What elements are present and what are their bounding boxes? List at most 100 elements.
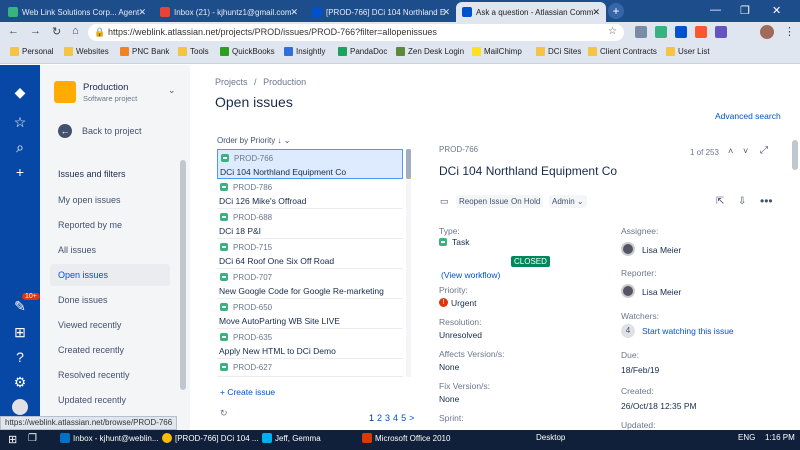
export-icon[interactable]: ⇩ bbox=[738, 196, 746, 207]
forward-arrow-icon[interactable]: → bbox=[30, 25, 41, 37]
browser-tab-2[interactable]: Inbox (21) - kjhuntz1@gmail.com ✕ bbox=[154, 2, 304, 22]
page-link[interactable]: 4 bbox=[393, 413, 398, 423]
issue-list-scrollbar[interactable] bbox=[406, 149, 411, 377]
list-footer-icon[interactable]: ↻ bbox=[220, 408, 228, 419]
issue-list-item[interactable]: PROD-650 Move AutoParting WB Site LIVE bbox=[217, 299, 403, 329]
close-icon[interactable]: ✕ bbox=[290, 7, 298, 18]
issue-list-item[interactable]: PROD-786 DCi 126 Mike's Offroad bbox=[217, 179, 403, 209]
breadcrumb-projects[interactable]: Projects bbox=[215, 77, 248, 87]
clock[interactable]: 1:16 PM bbox=[765, 433, 795, 442]
language-indicator[interactable]: ENG bbox=[738, 433, 755, 442]
sidebar-scrollbar[interactable] bbox=[180, 160, 186, 390]
filter-created-recently[interactable]: Created recently bbox=[58, 345, 124, 355]
chevron-up-icon[interactable]: ˄ bbox=[728, 146, 733, 156]
close-icon[interactable]: ✕ bbox=[442, 7, 450, 18]
extension-icon[interactable] bbox=[635, 26, 647, 38]
status-badge[interactable]: CLOSED bbox=[511, 256, 550, 267]
extension-icon[interactable] bbox=[715, 26, 727, 38]
bookmark-star-icon[interactable]: ☆ bbox=[608, 26, 617, 37]
profile-avatar[interactable] bbox=[760, 25, 774, 39]
minimize-icon[interactable]: — bbox=[710, 4, 721, 16]
next-page-link[interactable]: > bbox=[409, 413, 414, 423]
filter-open-issues[interactable]: Open issues bbox=[50, 264, 170, 286]
order-by-dropdown[interactable]: Order by Priority ↓ ⌄ bbox=[217, 136, 290, 145]
chevron-down-icon[interactable]: ⌄ bbox=[168, 85, 176, 96]
issue-list-item[interactable]: PROD-627 bbox=[217, 359, 403, 377]
close-icon[interactable]: ✕ bbox=[592, 7, 600, 18]
filter-my-open-issues[interactable]: My open issues bbox=[58, 195, 121, 205]
address-bar[interactable]: https://weblink.atlassian.net/projects/P… bbox=[88, 24, 624, 41]
issue-list-item[interactable]: PROD-766 DCi 104 Northland Equipment Co bbox=[217, 149, 403, 179]
reporter-value[interactable]: Lisa Meier bbox=[642, 287, 681, 297]
user-avatar[interactable] bbox=[12, 399, 28, 415]
new-tab-button[interactable]: + bbox=[608, 3, 624, 19]
close-icon[interactable]: ✕ bbox=[138, 7, 146, 18]
filter-done-issues[interactable]: Done issues bbox=[58, 295, 108, 305]
page-link[interactable]: 1 bbox=[369, 413, 374, 423]
filter-reported-by-me[interactable]: Reported by me bbox=[58, 220, 122, 230]
assignee-value[interactable]: Lisa Meier bbox=[642, 245, 681, 255]
create-issue-link[interactable]: + Create issue bbox=[220, 387, 275, 397]
window-close-icon[interactable]: ✕ bbox=[772, 4, 781, 17]
reload-icon[interactable]: ↻ bbox=[52, 25, 61, 38]
extension-icon[interactable] bbox=[655, 26, 667, 38]
windows-start-icon[interactable]: ⊞ bbox=[8, 433, 17, 446]
expand-icon[interactable]: ⤢ bbox=[760, 145, 768, 156]
bookmark-item[interactable]: Insightly bbox=[284, 47, 325, 56]
menu-dots-icon[interactable]: ⋮ bbox=[784, 25, 795, 38]
app-switcher-icon[interactable]: ⊞ bbox=[11, 323, 29, 341]
advanced-search-link[interactable]: Advanced search bbox=[715, 111, 781, 121]
back-arrow-icon[interactable]: ← bbox=[8, 25, 19, 37]
bookmark-item[interactable]: Tools bbox=[178, 47, 209, 56]
extension-icon[interactable] bbox=[675, 26, 687, 38]
back-arrow-icon[interactable]: ← bbox=[58, 124, 72, 138]
settings-gear-icon[interactable]: ⚙ bbox=[11, 373, 29, 391]
bookmark-item[interactable]: PandaDoc bbox=[338, 47, 387, 56]
issue-title[interactable]: DCi 104 Northland Equipment Co bbox=[439, 164, 617, 178]
bookmark-item[interactable]: Websites bbox=[64, 47, 109, 56]
browser-tab-3[interactable]: [PROD-766] DCi 104 Northland E ✕ bbox=[306, 2, 456, 22]
page-link[interactable]: 2 bbox=[377, 413, 382, 423]
breadcrumb-project[interactable]: Production bbox=[263, 77, 306, 87]
back-to-project-link[interactable]: Back to project bbox=[82, 126, 142, 136]
bookmark-item[interactable]: PNC Bank bbox=[120, 47, 169, 56]
bookmark-item[interactable]: Client Contracts bbox=[588, 47, 657, 56]
issue-list-item[interactable]: PROD-688 DCi 18 P&I bbox=[217, 209, 403, 239]
maximize-icon[interactable]: ❐ bbox=[740, 4, 750, 17]
project-name[interactable]: Production bbox=[83, 82, 128, 93]
task-view-icon[interactable]: ❐ bbox=[28, 433, 37, 444]
page-link[interactable]: 3 bbox=[385, 413, 390, 423]
more-actions-icon[interactable]: ••• bbox=[760, 194, 773, 208]
admin-dropdown[interactable]: Admin ⌄ bbox=[549, 195, 587, 208]
bookmark-item[interactable]: MailChimp bbox=[472, 47, 522, 56]
on-hold-button[interactable]: On Hold bbox=[508, 195, 544, 208]
search-icon[interactable]: ⌕ bbox=[11, 138, 29, 156]
start-watching-link[interactable]: Start watching this issue bbox=[642, 326, 734, 336]
taskbar-item-chrome[interactable]: [PROD-766] DCi 104 ... bbox=[162, 433, 259, 443]
bookmark-item[interactable]: User List bbox=[666, 47, 710, 56]
browser-tab-1[interactable]: Web Link Solutions Corp... Agent ✕ bbox=[2, 2, 152, 22]
taskbar-item-outlook[interactable]: Inbox - kjhunt@weblin... bbox=[60, 433, 159, 443]
home-icon[interactable]: ⌂ bbox=[72, 25, 79, 37]
issue-list-item[interactable]: PROD-707 New Google Code for Google Re-ma… bbox=[217, 269, 403, 299]
filter-all-issues[interactable]: All issues bbox=[58, 245, 96, 255]
filter-viewed-recently[interactable]: Viewed recently bbox=[58, 320, 121, 330]
help-icon[interactable]: ? bbox=[11, 348, 29, 366]
bookmark-item[interactable]: Zen Desk Login bbox=[396, 47, 464, 56]
star-icon[interactable]: ☆ bbox=[11, 113, 29, 131]
bookmark-item[interactable]: DCi Sites bbox=[536, 47, 581, 56]
desktop-toolbar[interactable]: Desktop bbox=[536, 433, 565, 442]
issue-list-item[interactable]: PROD-635 Apply New HTML to DCi Demo bbox=[217, 329, 403, 359]
filter-updated-recently[interactable]: Updated recently bbox=[58, 395, 126, 405]
taskbar-item-skype[interactable]: Jeff, Gemma bbox=[262, 433, 321, 443]
browser-tab-4[interactable]: Ask a question - Atlassian Comm ✕ bbox=[456, 2, 606, 22]
chevron-down-icon[interactable]: ˅ bbox=[743, 146, 748, 156]
bookmark-item[interactable]: QuickBooks bbox=[220, 47, 275, 56]
issue-key[interactable]: PROD-766 bbox=[439, 145, 478, 154]
create-plus-icon[interactable]: + bbox=[11, 163, 29, 181]
jira-logo-icon[interactable]: ◆ bbox=[11, 83, 29, 101]
view-workflow-link[interactable]: (View workflow) bbox=[441, 270, 500, 280]
detail-scrollbar[interactable] bbox=[792, 140, 798, 170]
filter-resolved-recently[interactable]: Resolved recently bbox=[58, 370, 130, 380]
share-icon[interactable]: ⇱ bbox=[716, 196, 724, 207]
